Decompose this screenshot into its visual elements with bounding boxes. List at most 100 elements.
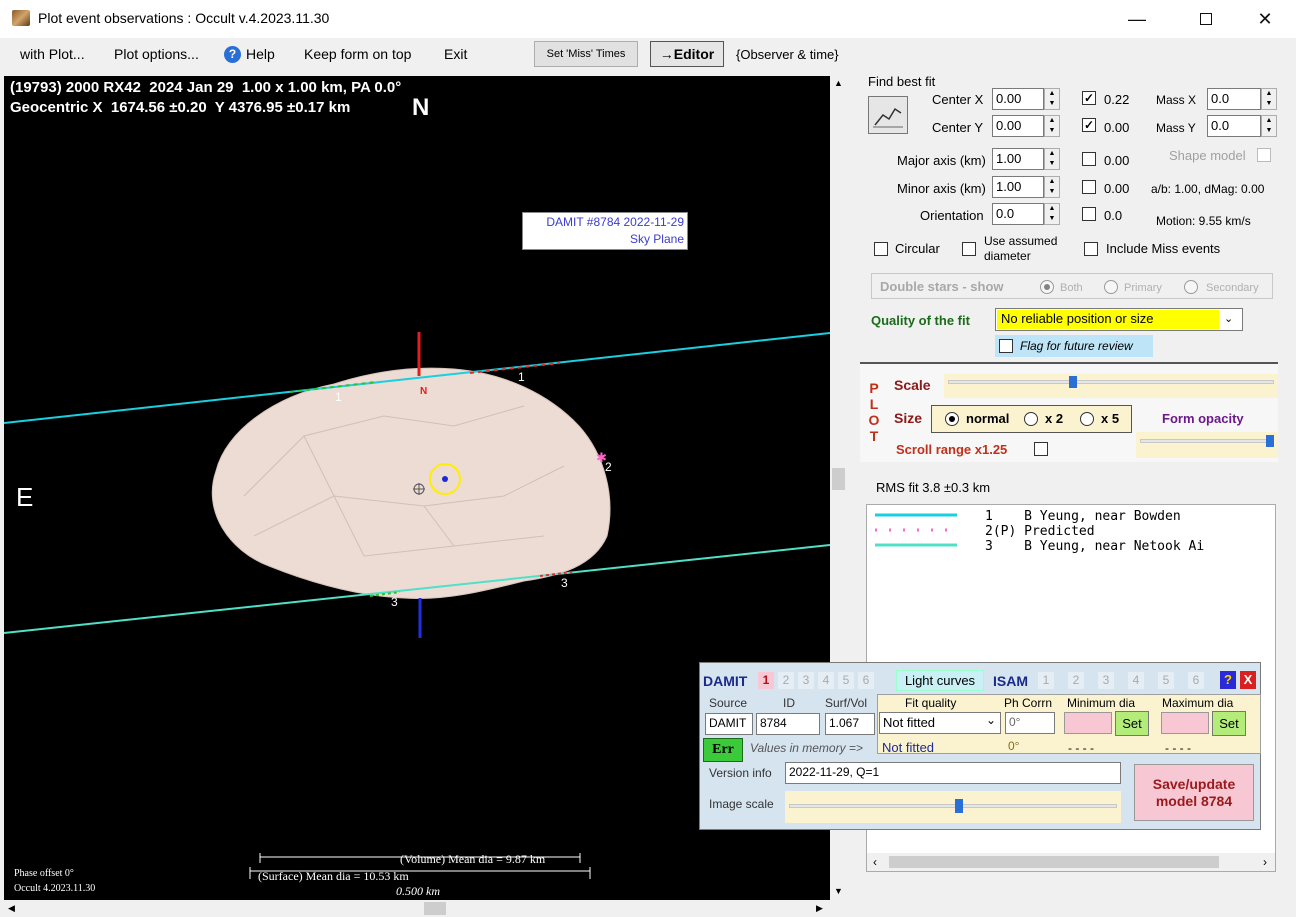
surfvol-field[interactable]: 1.067 [825,713,875,735]
damit-tab-4[interactable]: 4 [818,672,834,689]
shape-model-checkbox[interactable] [1257,148,1271,162]
scroll-range-label: Scroll range x1.25 [896,442,1008,457]
fit-quality-select[interactable]: Not fitted ⌄ [879,712,1001,734]
set-miss-times-button[interactable]: Set 'Miss' Times [534,41,638,67]
menu-keep-on-top[interactable]: Keep form on top [304,46,411,62]
size-x2-radio[interactable] [1024,412,1038,426]
center-x-input[interactable]: 0.00 [992,88,1044,110]
close-window-button[interactable]: ✕ [1242,0,1288,38]
quality-select[interactable]: No reliable position or size ⌄ [995,308,1243,331]
minimize-button[interactable]: — [1114,0,1160,38]
isam-tab-2[interactable]: 2 [1068,672,1084,689]
observer-time-button[interactable]: {Observer & time} [736,47,839,62]
damit-help-icon[interactable]: ? [1220,671,1236,689]
version-info-field[interactable]: 2022-11-29, Q=1 [785,762,1121,784]
orientation-checkbox[interactable] [1082,207,1096,221]
chord-1-label-right: 1 [518,370,525,384]
set-min-dia-button[interactable]: Set [1115,711,1149,736]
orientation-input[interactable]: 0.0 [992,203,1044,225]
isam-tab-5[interactable]: 5 [1158,672,1174,689]
max-dia-field[interactable] [1161,712,1209,734]
double-secondary-radio[interactable] [1184,280,1198,294]
major-axis-spinner[interactable]: ▲ ▼ [1044,148,1060,170]
center-x-checkbox[interactable]: ✓ [1082,91,1096,105]
scroll-up-icon[interactable]: ▲ [834,78,843,88]
menu-bar: with Plot... Plot options... ? Help Keep… [0,38,1296,72]
size-normal-radio[interactable] [945,412,959,426]
isam-tab-4[interactable]: 4 [1128,672,1144,689]
scroll-right-icon[interactable]: ▶ [816,903,823,914]
damit-tab-1[interactable]: 1 [758,672,774,689]
plot-hscroll-thumb[interactable] [424,902,446,915]
min-dia-field[interactable] [1064,712,1112,734]
legend-scroll-left-icon[interactable]: ‹ [873,855,877,869]
help-icon[interactable]: ? [224,46,241,63]
scale-slider[interactable] [944,374,1278,398]
orientation-spinner[interactable]: ▲ ▼ [1044,203,1060,225]
save-line2: model 8784 [1155,793,1233,809]
circular-checkbox[interactable] [874,242,888,256]
scroll-left-icon[interactable]: ◀ [8,903,15,914]
image-scale-track [789,804,1117,808]
app-icon [12,10,30,26]
scroll-down-icon[interactable]: ▼ [834,886,843,896]
ph-corrn-field[interactable]: 0° [1005,712,1055,734]
plot-letter-p: P [869,380,879,396]
scale-bar-label: 0.500 km [396,884,440,898]
scale-slider-thumb[interactable] [1068,376,1077,388]
center-x-spinner[interactable]: ▲ ▼ [1044,88,1060,110]
minor-axis-checkbox[interactable] [1082,180,1096,194]
id-field[interactable]: 8784 [756,713,820,735]
form-opacity-slider[interactable] [1136,432,1278,458]
menu-help[interactable]: Help [246,46,275,62]
editor-button[interactable]: →Editor [650,41,724,67]
damit-tab-5[interactable]: 5 [838,672,854,689]
light-curves-button[interactable]: Light curves [896,670,984,691]
menu-with-plot[interactable]: with Plot... [20,46,85,62]
flag-review-checkbox[interactable] [999,339,1013,353]
isam-tab-6[interactable]: 6 [1188,672,1204,689]
size-x5-radio[interactable] [1080,412,1094,426]
mass-y-spinner[interactable]: ▲ ▼ [1261,115,1277,137]
isam-tab-3[interactable]: 3 [1098,672,1114,689]
plot-vscroll-thumb[interactable] [832,468,845,490]
find-best-fit-button[interactable] [868,96,908,134]
menu-plot-options[interactable]: Plot options... [114,46,199,62]
legend-line-samples [875,513,957,547]
center-y-input[interactable]: 0.00 [992,115,1044,137]
major-axis-result: 0.00 [1104,153,1130,168]
legend-hscrollbar[interactable]: ‹ › [867,853,1275,871]
save-update-model-button[interactable]: Save/update model 8784 [1134,764,1254,821]
legend-scroll-right-icon[interactable]: › [1263,855,1267,869]
damit-tab-6[interactable]: 6 [858,672,874,689]
mass-x-input[interactable]: 0.0 [1207,88,1261,110]
set-max-dia-button[interactable]: Set [1212,711,1246,736]
include-miss-checkbox[interactable] [1084,242,1098,256]
center-y-checkbox[interactable]: ✓ [1082,118,1096,132]
opacity-slider-thumb[interactable] [1266,435,1274,447]
mass-x-spinner[interactable]: ▲ ▼ [1261,88,1277,110]
plot-horizontal-scrollbar[interactable]: ◀ ▶ [4,900,830,917]
damit-tab-2[interactable]: 2 [778,672,794,689]
image-scale-thumb[interactable] [955,799,964,813]
minor-axis-spinner[interactable]: ▲ ▼ [1044,176,1060,198]
damit-tab-3[interactable]: 3 [798,672,814,689]
damit-close-icon[interactable]: X [1240,671,1256,689]
isam-tab-1[interactable]: 1 [1038,672,1054,689]
double-both-radio[interactable] [1040,280,1054,294]
major-axis-checkbox[interactable] [1082,152,1096,166]
source-field[interactable]: DAMIT [705,713,753,735]
chord-3-label-right: 3 [561,576,568,590]
scroll-range-checkbox[interactable] [1034,442,1048,456]
maximize-button[interactable] [1183,0,1229,38]
use-assumed-diameter-checkbox[interactable] [962,242,976,256]
major-axis-input[interactable]: 1.00 [992,148,1044,170]
image-scale-slider[interactable] [785,791,1121,823]
center-y-spinner[interactable]: ▲ ▼ [1044,115,1060,137]
mass-y-input[interactable]: 0.0 [1207,115,1261,137]
minor-axis-input[interactable]: 1.00 [992,176,1044,198]
menu-exit[interactable]: Exit [444,46,467,62]
legend-hscroll-thumb[interactable] [889,856,1219,868]
double-primary-radio[interactable] [1104,280,1118,294]
err-button[interactable]: Err [703,738,743,762]
